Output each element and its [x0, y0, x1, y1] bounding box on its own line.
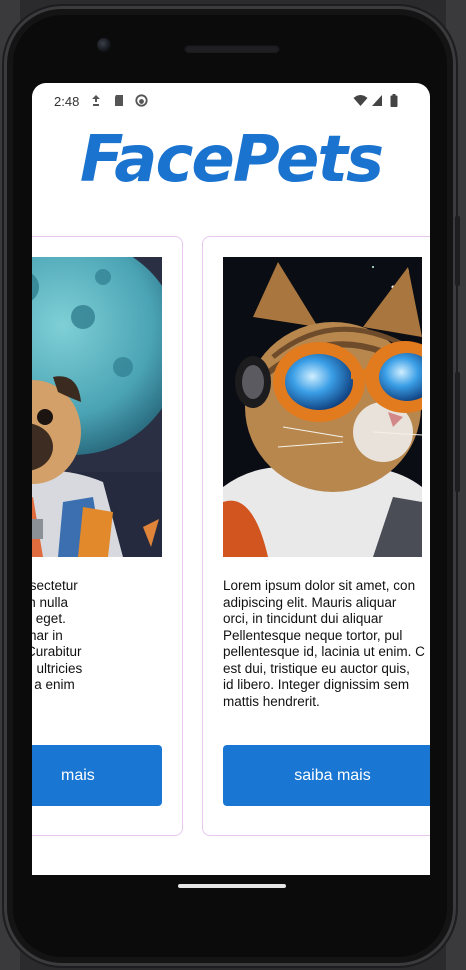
sd-card-icon — [115, 95, 123, 106]
power-button — [455, 372, 460, 492]
pet-carousel[interactable]: t amet, consectetur uris aliquam nulla d… — [32, 236, 430, 838]
status-bar: 2:48 — [32, 83, 430, 119]
status-time: 2:48 — [54, 94, 80, 109]
app-screen: 2:48 FacePets sectetur nulla eget. nar i… — [32, 83, 430, 875]
saiba-mais-button[interactable]: saiba mais — [223, 745, 430, 806]
pet-card[interactable]: Lorem ipsum dolor sit amet, con adipisci… — [202, 236, 430, 836]
pug-astronaut-image — [32, 257, 162, 557]
phone-frame: 2:48 FacePets sectetur nulla eget. nar i… — [4, 6, 460, 966]
card-description: t amet, consectetur uris aliquam nulla d… — [32, 578, 83, 692]
front-camera — [97, 38, 111, 52]
wifi-icon — [353, 95, 368, 106]
saiba-mais-button[interactable]: mais — [32, 745, 162, 806]
home-indicator[interactable] — [178, 884, 286, 888]
app-status-icon — [135, 94, 148, 107]
app-logo-title: FacePets — [79, 123, 384, 197]
cat-astronaut-image — [223, 257, 422, 557]
earpiece-speaker — [184, 44, 280, 53]
volume-button — [455, 216, 460, 286]
signal-icon — [372, 95, 382, 106]
pet-card[interactable]: t amet, consectetur uris aliquam nulla d… — [32, 236, 183, 836]
card-description: Lorem ipsum dolor sit amet, con adipisci… — [223, 578, 425, 709]
battery-icon — [390, 94, 398, 107]
notification-icon — [92, 95, 100, 106]
